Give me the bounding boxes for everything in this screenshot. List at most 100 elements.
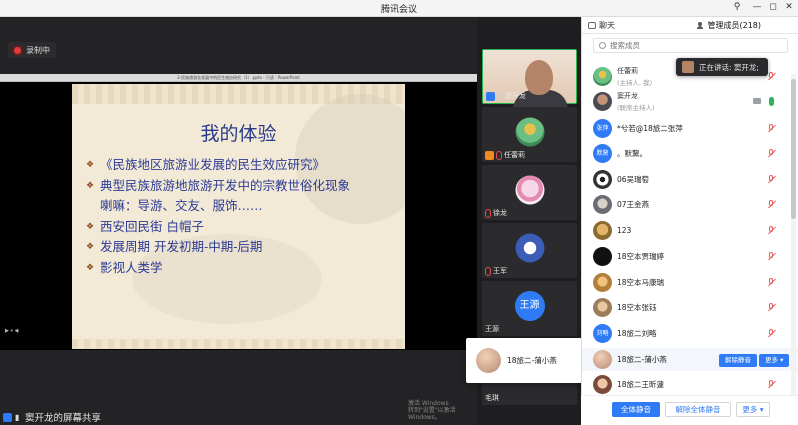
slide: 我的体验 《民族地区旅游业发展的民生效应研究》 典型民族旅游地旅游开发中的宗教世… bbox=[72, 84, 405, 349]
minimize-icon[interactable]: — bbox=[750, 2, 764, 12]
member-row[interactable]: 123 bbox=[582, 219, 798, 242]
member-name: 18旅二刘略 bbox=[617, 329, 657, 338]
mic-muted-icon[interactable] bbox=[767, 124, 776, 133]
mic-icon bbox=[497, 91, 503, 101]
member-row[interactable]: 刘略 18旅二刘略 bbox=[582, 322, 798, 345]
tab-members[interactable]: 管理成员(218) bbox=[691, 17, 798, 33]
speaker-thumbnail bbox=[682, 61, 694, 73]
participant-name: 王源 bbox=[485, 325, 499, 333]
member-name: 任蕾莉 bbox=[617, 67, 638, 75]
mic-muted-icon[interactable] bbox=[767, 278, 776, 287]
avatar bbox=[593, 375, 612, 394]
member-row[interactable]: 18空本贾瑞婷 bbox=[582, 245, 798, 268]
mic-muted-icon[interactable] bbox=[767, 303, 776, 312]
more-button[interactable]: 更多 ▾ bbox=[759, 354, 790, 367]
members-panel: 聊天 管理成员(218) 任蕾莉 (主持人, 我) 窦开龙 (联席主持人) 张萍 *… bbox=[581, 17, 798, 425]
host-icon bbox=[485, 150, 494, 160]
search-input[interactable] bbox=[610, 41, 780, 50]
mic-muted-icon[interactable] bbox=[767, 380, 776, 389]
avatar bbox=[593, 92, 612, 111]
avatar: 王源 bbox=[514, 290, 545, 321]
avatar bbox=[515, 175, 544, 205]
app-window: 腾讯会议 ⚲ — ◻ ✕ 录制中 2-民族旅游业发展中的民生效应研究（1）.pp… bbox=[0, 0, 798, 425]
slide-bullet: 影视人类学 bbox=[86, 258, 396, 279]
avatar bbox=[593, 195, 612, 214]
avatar bbox=[593, 247, 612, 266]
close-icon[interactable]: ✕ bbox=[782, 2, 796, 12]
mic-muted-icon bbox=[485, 266, 491, 276]
pin-icon[interactable]: ⚲ bbox=[730, 2, 744, 12]
avatar bbox=[476, 348, 501, 373]
speaking-indicator: 正在讲话: 窦开龙; bbox=[676, 58, 768, 76]
slide-title: 我的体验 bbox=[200, 123, 277, 145]
window-title: 腾讯会议 bbox=[380, 5, 417, 15]
mic-on-icon[interactable] bbox=[769, 97, 774, 106]
member-search[interactable] bbox=[593, 38, 788, 53]
member-row[interactable]: 18空本张钰 bbox=[582, 296, 798, 319]
maximize-icon[interactable]: ◻ bbox=[766, 2, 780, 12]
participant-name: 徐龙 bbox=[493, 209, 507, 217]
member-row[interactable]: 06吴瑞萄 bbox=[582, 168, 798, 191]
member-row[interactable]: 18旅二-蒲小燕 解除静音 更多 ▾ bbox=[582, 348, 798, 371]
share-window-titlebar: 2-民族旅游业发展中的民生效应研究（1）.pptx - 只读 - PowerPo… bbox=[0, 74, 477, 82]
avatar bbox=[515, 233, 544, 263]
mic-muted-icon[interactable] bbox=[767, 200, 776, 209]
members-scrollbar[interactable] bbox=[791, 74, 796, 399]
unmute-button[interactable]: 解除静音 bbox=[719, 354, 757, 367]
member-row[interactable]: 18空本马康瑞 bbox=[582, 271, 798, 294]
mic-muted-icon[interactable] bbox=[767, 72, 776, 81]
member-name: 06吴瑞萄 bbox=[617, 175, 650, 184]
member-row[interactable]: 默黧 。默黧。 bbox=[582, 142, 798, 165]
member-row[interactable]: 07王金燕 bbox=[582, 193, 798, 216]
screen-share-area[interactable]: 2-民族旅游业发展中的民生效应研究（1）.pptx - 只读 - PowerPo… bbox=[0, 74, 477, 421]
mic-muted-icon[interactable] bbox=[767, 252, 776, 261]
mic-muted-icon[interactable] bbox=[767, 226, 776, 235]
avatar bbox=[593, 350, 612, 369]
unmute-all-button[interactable]: 解除全体静音 bbox=[665, 402, 731, 417]
mute-all-button[interactable]: 全体静音 bbox=[612, 402, 660, 417]
recording-label: 录制中 bbox=[26, 45, 50, 55]
mic-muted-icon[interactable] bbox=[767, 175, 776, 184]
share-doc-caption: 2-民族旅游业发展中的民生效应研究（1）.pptx - 只读 - PowerPo… bbox=[177, 75, 300, 80]
video-tile[interactable]: 窦开龙 bbox=[482, 49, 577, 110]
slide-bullet: 发展周期 开发初期-中期-后期 bbox=[86, 237, 396, 258]
member-name: 18旅二王昕蘧 bbox=[617, 380, 665, 389]
mic-muted-icon[interactable] bbox=[767, 149, 776, 158]
member-name: *兮若@18旅二张萍 bbox=[617, 124, 683, 133]
participant-name: 王军 bbox=[493, 267, 507, 275]
avatar: 默黧 bbox=[593, 144, 612, 163]
avatar bbox=[593, 273, 612, 292]
screen-share-icon bbox=[486, 91, 495, 101]
avatar bbox=[593, 298, 612, 317]
video-tile[interactable]: 任蕾莉 bbox=[482, 107, 577, 162]
avatar: 张萍 bbox=[593, 119, 612, 138]
video-tile[interactable]: 王军 bbox=[482, 223, 577, 278]
presenter-controls[interactable]: ▶ ⏸ ◀ bbox=[5, 328, 18, 334]
avatar: 刘略 bbox=[593, 324, 612, 343]
members-icon bbox=[696, 21, 705, 29]
recording-indicator[interactable]: 录制中 bbox=[8, 42, 56, 58]
member-name: 18旅二-蒲小燕 bbox=[617, 355, 667, 364]
member-name: 。默黧。 bbox=[617, 149, 647, 158]
video-tile[interactable]: 徐龙 bbox=[482, 165, 577, 220]
participant-hover-card[interactable]: 18旅二-蒲小燕 bbox=[466, 338, 582, 383]
scrollbar-thumb[interactable] bbox=[791, 79, 796, 219]
members-bottom-bar: 全体静音 解除全体静音 更多 ▾ bbox=[581, 395, 798, 425]
more-options-button[interactable]: 更多 ▾ bbox=[736, 402, 770, 417]
member-name: 123 bbox=[617, 226, 632, 235]
slide-bullet: 《民族地区旅游业发展的民生效应研究》 bbox=[86, 155, 396, 176]
member-name: 18空本张钰 bbox=[617, 303, 657, 312]
member-role: (联席主持人) bbox=[617, 104, 655, 112]
member-row[interactable]: 窦开龙 (联席主持人) bbox=[582, 90, 798, 113]
member-row[interactable]: 张萍 *兮若@18旅二张萍 bbox=[582, 117, 798, 140]
participant-name: 毛琪 bbox=[485, 394, 499, 402]
speaking-text: 正在讲话: 窦开龙; bbox=[699, 62, 759, 72]
tab-chat[interactable]: 聊天 bbox=[582, 17, 691, 33]
member-name: 窦开龙 bbox=[617, 92, 638, 100]
video-tile[interactable]: 王源 王源 bbox=[482, 281, 577, 336]
member-row[interactable]: 18旅二王昕蘧 bbox=[582, 373, 798, 396]
camera-icon[interactable] bbox=[753, 98, 761, 104]
chat-icon bbox=[588, 21, 596, 29]
mic-muted-icon[interactable] bbox=[767, 329, 776, 338]
slide-border-bottom bbox=[72, 339, 405, 349]
